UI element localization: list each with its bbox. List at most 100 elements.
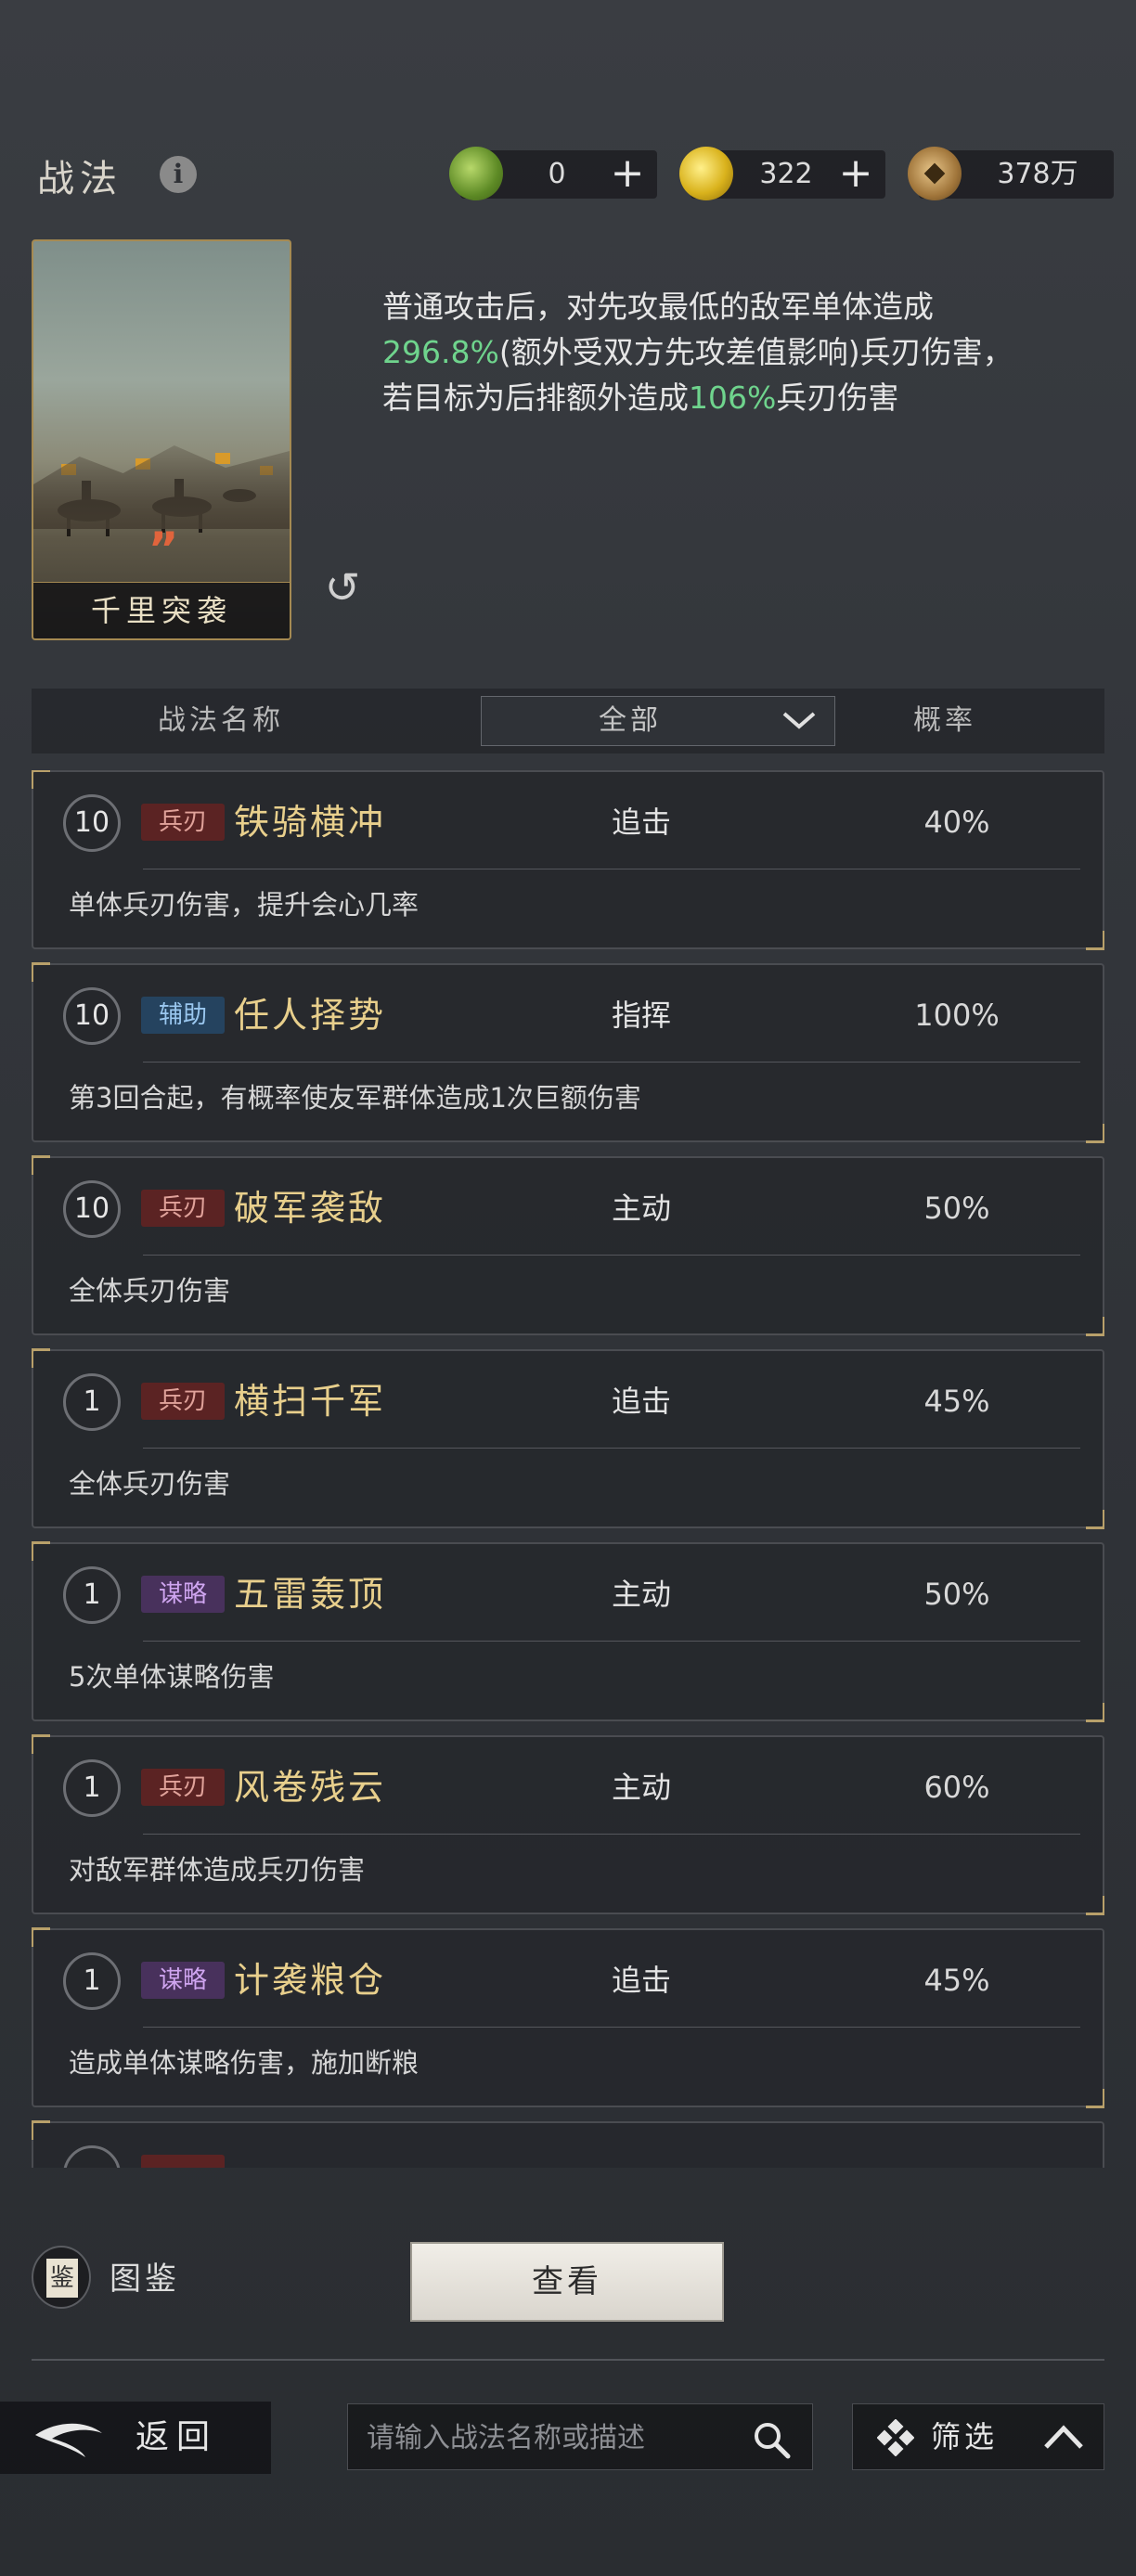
skill-name: 五雷轰顶 <box>234 1574 387 1615</box>
skill-card-name: 千里突袭 <box>33 582 290 638</box>
skill-level-badge: 1 <box>63 1566 121 1624</box>
skill-name: 任人择势 <box>234 995 387 1036</box>
column-header-name: 战法名称 <box>158 704 284 737</box>
skill-summary: 造成单体谋略伤害，施加断粮 <box>69 2047 420 2079</box>
skill-category-tag: 兵刃 <box>141 1190 225 1227</box>
gold-coin-icon <box>679 147 733 200</box>
quote-mark-icon: ” <box>148 522 179 576</box>
divider <box>143 1062 1080 1063</box>
mountain-backdrop <box>33 445 290 529</box>
category-dropdown[interactable]: 全部 <box>481 696 835 746</box>
skill-row[interactable]: 1 谋略 五雷轰顶 主动 50% 5次单体谋略伤害 <box>32 1541 1104 1722</box>
chevron-down-icon <box>782 712 816 729</box>
filter-label: 筛选 <box>931 2419 999 2454</box>
codex-icon-glyph: 鉴 <box>46 2259 78 2298</box>
info-icon[interactable]: i <box>160 156 197 193</box>
skill-type: 主动 <box>611 1770 671 1805</box>
skill-summary: 全体兵刃伤害 <box>69 1275 231 1307</box>
skill-type: 指挥 <box>611 998 671 1033</box>
skill-name: 横扫千军 <box>234 1381 387 1422</box>
list-header: 战法名称 全部 概率 <box>32 689 1104 753</box>
skill-summary: 5次单体谋略伤害 <box>69 1661 275 1693</box>
view-button[interactable]: 查看 <box>410 2242 724 2322</box>
skill-row-partial[interactable] <box>32 2120 1104 2168</box>
skill-name: 计袭粮仓 <box>234 1960 387 2001</box>
skill-level-badge: 1 <box>63 1952 121 2010</box>
page-title: 战法 <box>37 158 123 200</box>
jade-amount: 0 <box>548 158 566 190</box>
skill-row[interactable]: 1 兵刃 风卷残云 主动 60% 对敌军群体造成兵刃伤害 <box>32 1734 1104 1915</box>
skill-level-badge: 10 <box>63 987 121 1045</box>
skill-probability: 50% <box>923 1577 990 1612</box>
skill-category-tag: 兵刃 <box>141 804 225 841</box>
copper-amount: 378万 <box>997 158 1078 190</box>
filter-button[interactable]: 筛选 <box>852 2403 1104 2470</box>
skill-probability: 40% <box>923 805 990 840</box>
skill-summary: 第3回合起，有概率使友军群体造成1次巨额伤害 <box>69 1082 641 1114</box>
back-button[interactable]: 返回 <box>0 2402 271 2474</box>
search-input[interactable] <box>365 2404 740 2471</box>
skill-summary: 对敌军群体造成兵刃伤害 <box>69 1854 366 1886</box>
chevron-up-icon <box>1044 2425 1083 2449</box>
copper-currency: 378万 <box>908 147 1114 200</box>
add-jade-button[interactable]: + <box>607 150 648 199</box>
skill-category-tag: 谋略 <box>141 1962 225 1999</box>
back-arrow-icon <box>35 2423 102 2457</box>
skill-type: 追击 <box>611 1963 671 1998</box>
jade-coin-icon <box>449 147 503 200</box>
skill-row[interactable]: 1 兵刃 横扫千军 追击 45% 全体兵刃伤害 <box>32 1348 1104 1529</box>
gold-amount: 322 <box>759 158 813 190</box>
skill-level-badge: 1 <box>63 1373 121 1431</box>
skill-probability: 50% <box>923 1191 990 1226</box>
skill-summary: 单体兵刃伤害，提升会心几率 <box>69 889 420 921</box>
skill-description: 普通攻击后，对先攻最低的敌军单体造成296.8%(额外受双方先攻差值影响)兵刃伤… <box>382 284 1013 420</box>
skill-row[interactable]: 10 辅助 任人择势 指挥 100% 第3回合起，有概率使友军群体造成1次巨额伤… <box>32 962 1104 1143</box>
dropdown-value: 全部 <box>599 704 662 737</box>
divider <box>143 1448 1080 1449</box>
top-bar: 战法 i 0 + 322 + 378万 <box>0 130 1136 223</box>
skill-type: 追击 <box>611 1384 671 1419</box>
back-label: 返回 <box>136 2418 218 2456</box>
skill-level-badge: 10 <box>63 1180 121 1238</box>
skill-probability: 100% <box>914 998 1000 1033</box>
codex-icon: 鉴 <box>32 2246 91 2309</box>
search-icon[interactable] <box>751 2419 792 2460</box>
skill-type: 追击 <box>611 805 671 840</box>
skill-row[interactable]: 1 谋略 计袭粮仓 追击 45% 造成单体谋略伤害，施加断粮 <box>32 1927 1104 2108</box>
copper-coin-icon <box>908 147 962 200</box>
column-header-probability: 概率 <box>913 704 976 737</box>
skill-category-tag: 兵刃 <box>141 1769 225 1806</box>
skill-category-tag <box>141 2155 225 2168</box>
skill-card[interactable]: ” 千里突袭 <box>32 239 291 640</box>
divider <box>143 1641 1080 1642</box>
skill-category-tag: 谋略 <box>141 1576 225 1613</box>
skill-list[interactable]: 10 兵刃 铁骑横冲 追击 40% 单体兵刃伤害，提升会心几率 10 辅助 任人… <box>32 770 1104 2168</box>
skill-name: 风卷残云 <box>234 1767 387 1808</box>
add-gold-button[interactable]: + <box>835 150 876 199</box>
filter-diamond-icon <box>877 2419 914 2456</box>
codex-label: 图鉴 <box>110 2260 180 2298</box>
skill-category-tag: 辅助 <box>141 997 225 1034</box>
divider <box>143 1255 1080 1256</box>
skill-type: 主动 <box>611 1577 671 1612</box>
desc-value-highlight: 296.8% <box>382 334 499 370</box>
desc-text: 普通攻击后，对先攻最低的敌军单体造成 <box>382 289 934 325</box>
skill-type: 主动 <box>611 1191 671 1226</box>
skill-name: 铁骑横冲 <box>234 802 387 843</box>
skill-level-badge: 10 <box>63 794 121 852</box>
refresh-icon[interactable]: ↺ <box>319 564 366 611</box>
divider <box>143 2027 1080 2028</box>
jade-currency: 0 + <box>449 147 657 200</box>
skill-row[interactable]: 10 兵刃 铁骑横冲 追击 40% 单体兵刃伤害，提升会心几率 <box>32 770 1104 950</box>
divider <box>143 1834 1080 1835</box>
skill-probability: 45% <box>923 1963 990 1998</box>
divider <box>32 2359 1104 2361</box>
desc-value-highlight: 106% <box>689 380 777 416</box>
gold-currency: 322 + <box>679 147 885 200</box>
skill-summary: 全体兵刃伤害 <box>69 1468 231 1500</box>
skill-level-badge <box>63 2145 121 2168</box>
search-box <box>347 2403 813 2471</box>
skill-level-badge: 1 <box>63 1759 121 1817</box>
skill-row[interactable]: 10 兵刃 破军袭敌 主动 50% 全体兵刃伤害 <box>32 1155 1104 1336</box>
skill-name: 破军袭敌 <box>234 1188 387 1229</box>
